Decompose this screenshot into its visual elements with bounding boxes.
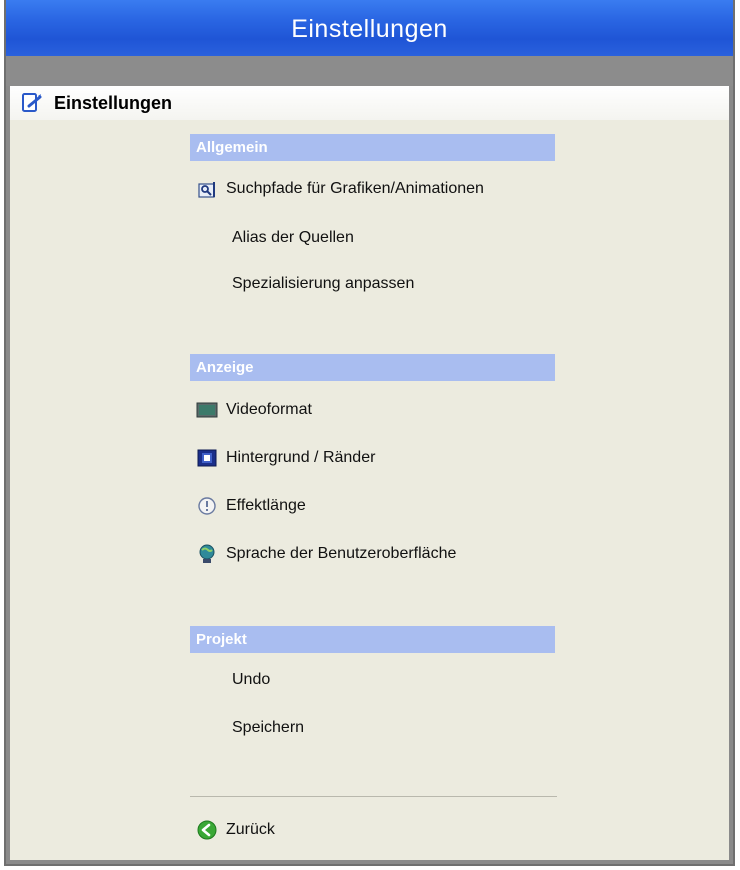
item-label: Videoformat <box>226 401 312 418</box>
monitor-icon <box>196 402 218 418</box>
item-source-alias[interactable]: Alias der Quellen <box>232 224 354 252</box>
item-label: Effektlänge <box>226 497 306 514</box>
section-header-allgemein: Allgemein <box>190 134 555 161</box>
section-header-projekt: Projekt <box>190 626 555 653</box>
item-label: Hintergrund / Ränder <box>226 449 376 466</box>
item-save[interactable]: Speichern <box>232 714 304 742</box>
item-specialization[interactable]: Spezialisierung anpassen <box>232 270 414 298</box>
item-effect-length[interactable]: Effektlänge <box>196 492 306 520</box>
page-title: Einstellungen <box>54 92 173 113</box>
window-toolbar-strip <box>6 56 733 86</box>
item-label: Sprache der Benutzeroberfläche <box>226 545 457 562</box>
item-background-borders[interactable]: Hintergrund / Ränder <box>196 444 375 472</box>
page-header: Einstellungen <box>10 86 729 120</box>
settings-icon <box>22 93 42 112</box>
footer-divider <box>190 796 557 797</box>
item-ui-language[interactable]: Sprache der Benutzeroberfläche <box>196 540 456 568</box>
window-title: Einstellungen <box>6 0 733 56</box>
search-path-icon <box>198 182 215 198</box>
back-button[interactable]: Zurück <box>196 816 275 844</box>
item-search-paths[interactable]: Suchpfade für Grafiken/Animationen <box>196 175 484 203</box>
info-icon <box>198 497 216 515</box>
item-label: Undo <box>232 671 271 688</box>
item-label: Alias der Quellen <box>232 229 354 246</box>
settings-panel: Allgemein Suchpfade für Grafiken/Animati… <box>10 120 729 860</box>
back-label: Zurück <box>226 821 275 838</box>
item-label: Suchpfade für Grafiken/Animationen <box>226 180 484 197</box>
item-undo[interactable]: Undo <box>232 666 270 694</box>
item-label: Speichern <box>232 719 305 736</box>
globe-icon <box>199 544 215 563</box>
back-arrow-icon <box>197 820 217 840</box>
settings-window: Einstellungen Einstellungen Allgemein Su… <box>4 0 735 866</box>
background-icon <box>197 449 217 467</box>
section-header-anzeige: Anzeige <box>190 354 555 381</box>
item-video-format[interactable]: Videoformat <box>196 396 312 424</box>
item-label: Spezialisierung anpassen <box>232 275 415 292</box>
